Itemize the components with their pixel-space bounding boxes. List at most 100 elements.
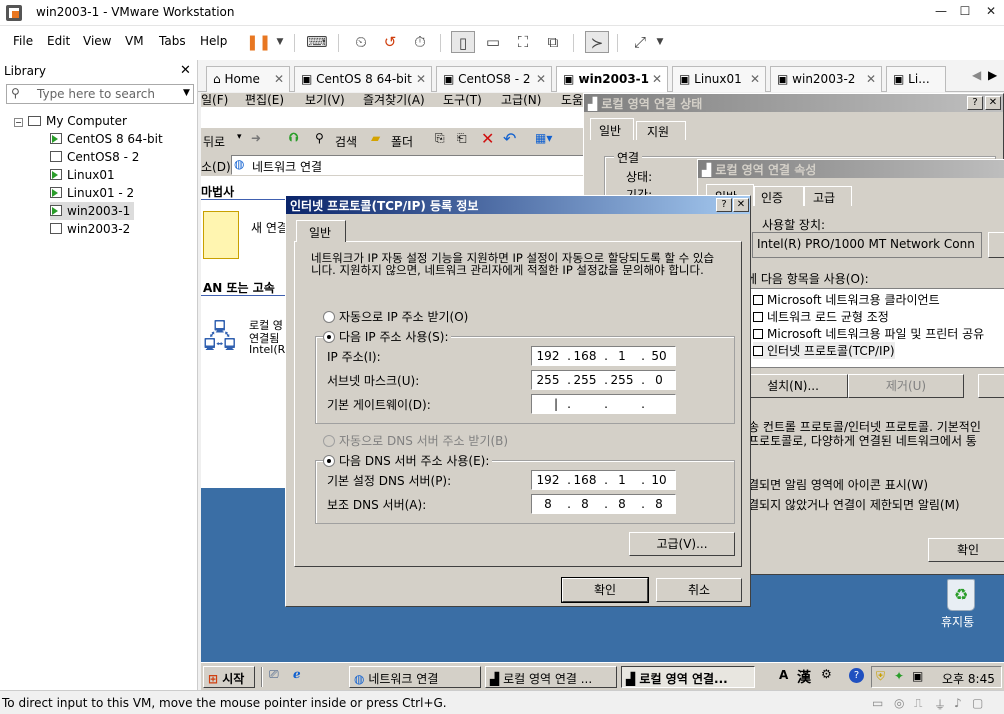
up-folder-icon[interactable]: ⮉ [289,130,298,145]
fullscreen-icon[interactable]: ⛶ [511,31,535,53]
gateway-field[interactable]: | . . . [531,394,676,414]
security-shield-icon[interactable]: ⛨ [876,669,885,684]
new-connection-label[interactable]: 새 연결 [251,219,288,236]
menu-file[interactable]: File [13,34,33,48]
list-item-selected[interactable]: 인터넷 프로토콜(TCP/IP) [753,342,895,359]
close-icon[interactable]: ✕ [180,63,191,78]
pause-icon[interactable]: ❚❚ [246,31,271,53]
checkbox[interactable] [753,346,763,356]
chevron-down-icon[interactable]: ▼ [183,88,190,98]
install-button[interactable]: 설치(N)... [738,374,848,398]
explorer-menu-help[interactable]: 도움 [561,93,583,108]
revert-snapshot-icon[interactable]: ↺ [378,31,402,53]
sound-icon[interactable]: ♪ [954,696,962,710]
explorer-menu-edit[interactable]: 편집(E) [245,93,284,108]
checkbox[interactable] [753,312,763,322]
tree-item-centos8-2[interactable]: CentOS8 - 2 [50,148,139,166]
tab-centos8-2[interactable]: ▣ CentOS8 - 2 ✕ [436,66,552,92]
back-button[interactable]: 뒤로 [203,133,225,150]
usb-icon[interactable]: ⏚ [934,696,946,713]
tab-win2003-1[interactable]: ▣ win2003-1 ✕ [556,66,668,92]
close-icon[interactable]: ✕ [652,72,662,86]
tree-item-linux01-2[interactable]: Linux01 - 2 [50,184,134,202]
manual-ip-option[interactable]: 다음 IP 주소 사용(S): [323,328,452,345]
remove-button[interactable]: 제거(U) [848,374,964,398]
notify-checkbox-label[interactable]: 결되지 않았거나 연결이 제한되면 알림(M) [748,496,960,513]
tree-item-centos8[interactable]: CentOS 8 64-bit [50,130,163,148]
network-adapter-icon[interactable]: 🖧 [203,315,245,359]
vm-display[interactable]: 일(F) 편집(E) 보기(V) 즐겨찾기(A) 도구(T) 고급(N) 도움 … [201,93,1004,690]
undo-icon[interactable]: ↶ [503,129,516,148]
show-icon-checkbox-label[interactable]: 결되면 알림 영역에 아이콘 표시(W) [748,476,928,493]
tab-general[interactable]: 일반 [296,220,346,242]
ip-octet[interactable]: 192 [534,349,562,363]
cancel-button[interactable]: 취소 [656,578,742,602]
ip-octet[interactable]: 168 [571,473,599,487]
close-button[interactable]: ✕ [976,4,1004,18]
close-icon[interactable]: ✕ [750,72,760,86]
collapse-icon[interactable]: − [14,118,23,127]
auto-dns-option[interactable]: 자동으로 DNS 서버 주소 받기(B) [323,432,508,449]
new-connection-wizard-icon[interactable] [203,211,239,259]
ime-hanja-indicator[interactable]: 漢 [797,667,811,687]
help-button[interactable]: ? [716,198,732,212]
auto-ip-radio[interactable] [323,311,335,323]
list-item[interactable]: Microsoft 네트워크용 파일 및 프린터 공유 [753,325,984,342]
tab-overflow[interactable]: ▣ Li... [886,66,946,92]
list-item[interactable]: 네트워크 로드 균형 조정 [753,308,889,325]
ip-octet[interactable]: 0 [645,373,673,387]
auto-dns-radio[interactable] [323,435,335,447]
ime-tool-icon[interactable]: ⚙ [821,667,832,681]
tree-item-linux01[interactable]: Linux01 [50,166,115,184]
menu-edit[interactable]: Edit [47,34,70,48]
tab-home[interactable]: ⌂ Home ✕ [206,66,290,92]
unity-icon[interactable]: ⧉ [541,31,565,53]
ip-octet[interactable]: 8 [571,497,599,511]
tab-authentication[interactable]: 인증 [754,186,804,206]
manual-ip-radio[interactable] [323,331,335,343]
auto-ip-option[interactable]: 자동으로 IP 주소 받기(O) [323,308,468,325]
thumbnail-bar-icon[interactable]: ▭ [481,31,505,53]
ip-octet[interactable]: 255 [608,373,636,387]
clock[interactable]: 오후 8:45 [942,670,995,687]
search-icon[interactable]: ⚲ [315,131,324,145]
folders-button[interactable]: 폴더 [391,133,413,150]
ip-address-field[interactable]: 192. 168. 1. 50 [531,346,676,366]
internet-explorer-icon[interactable]: ℯ [293,667,301,681]
ip-octet[interactable]: 10 [645,473,673,487]
show-desktop-icon[interactable]: ⎚ [269,667,279,682]
display-icon[interactable]: ▢ [972,696,983,710]
subnet-mask-field[interactable]: 255. 255. 255. 0 [531,370,676,390]
explorer-menu-file[interactable]: 일(F) [201,93,228,108]
menu-view[interactable]: View [83,34,111,48]
alternate-dns-field[interactable]: 8. 8. 8. 8 [531,494,676,514]
tab-support[interactable]: 지원 [636,121,686,140]
chevron-down-icon[interactable]: ▼ [268,31,292,53]
properties-ok-button[interactable]: 확인 [928,538,1004,562]
cdrom-icon[interactable]: ◎ [894,696,904,710]
network-adapter-icon[interactable]: ⎍ [914,696,922,711]
network-tray-icon[interactable]: ▣ [912,669,923,683]
help-icon[interactable]: ? [849,668,864,683]
tree-root[interactable]: − My Computer [14,112,127,130]
manual-dns-radio[interactable] [323,455,335,467]
ip-octet[interactable]: 8 [645,497,673,511]
ok-button[interactable]: 확인 [561,577,649,603]
search-button[interactable]: 검색 [335,133,357,150]
close-icon[interactable]: ✕ [274,72,284,86]
chevron-down-icon[interactable]: ▼ [648,31,672,53]
tab-centos8[interactable]: ▣ CentOS 8 64-bit ✕ [294,66,432,92]
close-button[interactable]: ✕ [985,96,1001,110]
taskbar-network-connections[interactable]: ◍ 네트워크 연결 [349,666,481,688]
address-input[interactable]: ◍ 네트워크 연결 [231,155,591,175]
configure-button[interactable] [988,232,1004,258]
tree-item-win2003-2[interactable]: win2003-2 [50,220,130,238]
checkbox[interactable] [753,295,763,305]
sidebar-toggle-icon[interactable]: ▯ [451,31,475,53]
advanced-button[interactable]: 고급(V)... [629,532,735,556]
close-icon[interactable]: ✕ [536,72,546,86]
tab-scroll-right-icon[interactable]: ▶ [988,68,997,82]
ip-octet[interactable]: 168 [571,349,599,363]
snapshot-icon[interactable]: ⏲ [349,31,373,53]
tab-linux01[interactable]: ▣ Linux01 ✕ [672,66,766,92]
